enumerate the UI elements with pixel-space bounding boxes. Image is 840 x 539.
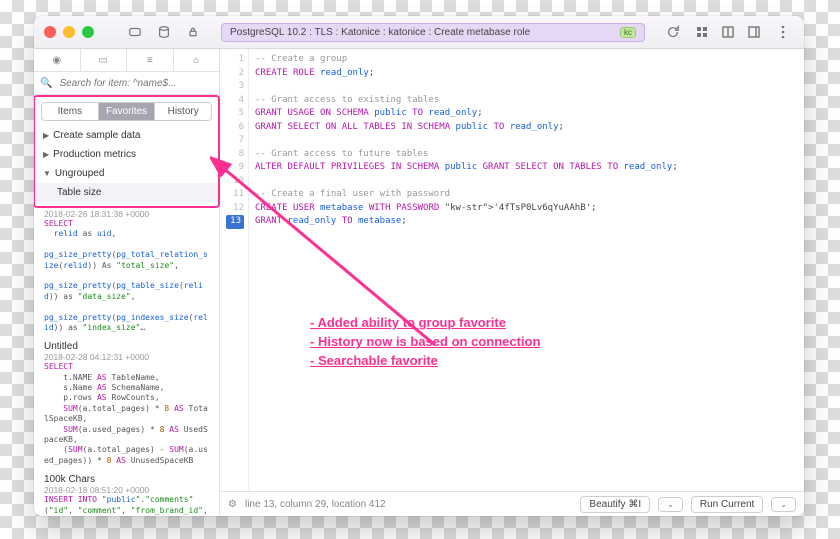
- sidebar-snippet[interactable]: 2018-02-26 18:31:38 +0000SELECT relid as…: [34, 207, 219, 339]
- search-input[interactable]: [57, 77, 213, 90]
- sidebar-snippets[interactable]: 2018-02-26 18:31:38 +0000SELECT relid as…: [34, 207, 219, 516]
- sidebar-snippet[interactable]: 100k Chars2018-02-18 08:51:20 +0000INSER…: [34, 472, 219, 516]
- sidebar-mode-list[interactable]: ≡: [127, 49, 174, 71]
- beautify-dropdown[interactable]: ⌄: [658, 497, 683, 512]
- app-window: PostgreSQL 10.2 : TLS : Katonice : katon…: [34, 16, 804, 516]
- editor-gutter: 12345678910111213: [220, 49, 249, 491]
- sidebar: ◉ ▭ ≡ ⌂ 🔍 Items Favorites History ▶Creat…: [34, 49, 220, 516]
- gear-icon[interactable]: ⚙︎: [228, 499, 237, 510]
- database-icon[interactable]: [153, 21, 175, 43]
- sidebar-group-ungrouped[interactable]: ▼Ungrouped: [35, 164, 218, 183]
- grid-view-icon[interactable]: [691, 21, 713, 43]
- beautify-button[interactable]: Beautify ⌘I: [580, 496, 650, 513]
- connection-chip: kc: [620, 27, 636, 38]
- tab-history[interactable]: History: [155, 103, 211, 120]
- sidebar-group-create-sample-data[interactable]: ▶Create sample data: [35, 126, 218, 145]
- sidebar-snippet[interactable]: Untitled2018-02-28 04:12:31 +0000SELECT …: [34, 339, 219, 472]
- panel-view-icon[interactable]: [743, 21, 765, 43]
- titlebar: PostgreSQL 10.2 : TLS : Katonice : katon…: [34, 16, 804, 49]
- search-icon: 🔍: [40, 78, 52, 89]
- more-icon[interactable]: [772, 21, 794, 43]
- status-text: line 13, column 29, location 412: [245, 499, 386, 510]
- run-dropdown[interactable]: ⌄: [771, 497, 796, 512]
- editor-code[interactable]: -- Create a groupCREATE ROLE read_only; …: [249, 49, 678, 491]
- connection-icon[interactable]: [124, 21, 146, 43]
- split-view-icon[interactable]: [717, 21, 739, 43]
- zoom-traffic-light[interactable]: [82, 26, 94, 38]
- refresh-icon[interactable]: [662, 21, 684, 43]
- run-button[interactable]: Run Current: [691, 496, 763, 513]
- tab-items[interactable]: Items: [42, 103, 99, 120]
- sidebar-segmented: Items Favorites History: [41, 102, 212, 121]
- favorites-highlight: Items Favorites History ▶Create sample d…: [34, 95, 220, 208]
- editor-body[interactable]: 12345678910111213 -- Create a groupCREAT…: [220, 49, 804, 491]
- minimize-traffic-light[interactable]: [63, 26, 75, 38]
- editor-pane: 12345678910111213 -- Create a groupCREAT…: [220, 49, 804, 516]
- close-traffic-light[interactable]: [44, 26, 56, 38]
- sidebar-mode-tag[interactable]: ⌂: [174, 49, 220, 71]
- sidebar-mode-tabs: ◉ ▭ ≡ ⌂: [34, 49, 219, 72]
- sidebar-search-row: 🔍: [34, 72, 219, 95]
- status-bar: ⚙︎ line 13, column 29, location 412 Beau…: [220, 491, 804, 516]
- breadcrumb-text: PostgreSQL 10.2 : TLS : Katonice : katon…: [230, 27, 530, 38]
- sidebar-mode-record[interactable]: ◉: [34, 49, 81, 71]
- breadcrumb[interactable]: PostgreSQL 10.2 : TLS : Katonice : katon…: [221, 23, 645, 42]
- sidebar-mode-card[interactable]: ▭: [81, 49, 128, 71]
- lock-icon[interactable]: [182, 21, 204, 43]
- sidebar-group-production-metrics[interactable]: ▶Production metrics: [35, 145, 218, 164]
- tab-favorites[interactable]: Favorites: [99, 103, 156, 120]
- sidebar-item-table-size[interactable]: Table size: [35, 183, 218, 202]
